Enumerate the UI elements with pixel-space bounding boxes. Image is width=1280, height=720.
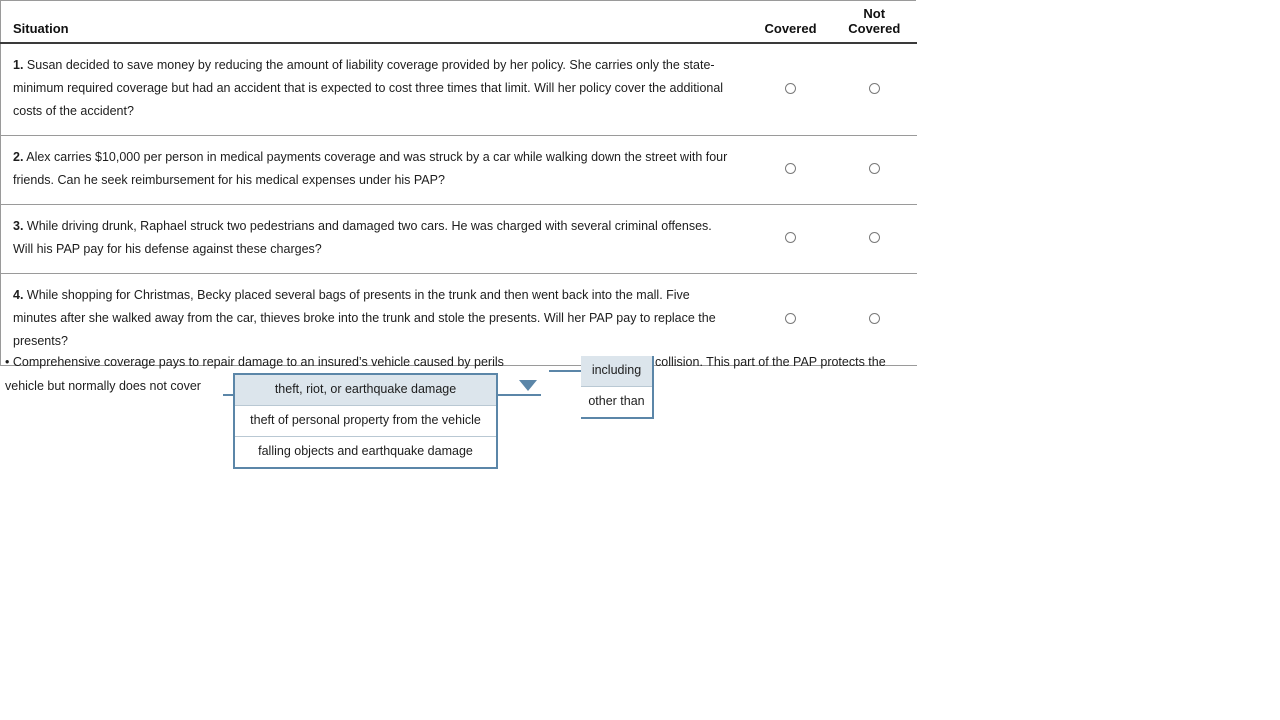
not-covered-line-1: Not [863,6,886,21]
dropdown-coverage-option-0[interactable]: theft, riot, or earthquake damage [235,375,496,406]
question-text-4: While shopping for Christmas, Becky plac… [13,288,716,348]
question-text-1: Susan decided to save money by reducing … [13,58,724,118]
table-row: 3. While driving drunk, Raphael struck t… [0,204,917,274]
question-cell-3: 3. While driving drunk, Raphael struck t… [0,204,749,274]
question-text-2: Alex carries $10,000 per person in medic… [13,150,728,187]
dropdown-perils-option-0[interactable]: including [581,356,652,387]
table-header-row: Situation Covered Not Covered [0,0,917,44]
question-number-3: 3. [13,219,24,233]
table-row: 1. Susan decided to save money by reduci… [0,43,917,136]
bullet-marker: • [5,355,10,369]
radio-covered-3[interactable] [785,232,796,243]
situation-table: Situation Covered Not Covered 1. Susan d… [0,0,917,366]
radio-covered-4[interactable] [785,312,796,324]
question-text-3: While driving drunk, Raphael struck two … [13,219,712,256]
dropdown-perils[interactable]: including other than [581,356,654,419]
covered-cell-2 [748,135,833,205]
not-covered-cell-3 [832,204,917,274]
question-cell-2: 2. Alex carries $10,000 per person in me… [0,135,749,205]
table-row: 2. Alex carries $10,000 per person in me… [0,135,917,205]
table-body: 1. Susan decided to save money by reduci… [0,43,917,366]
sentence-part-2: collision. This part of the PAP protects… [655,355,886,369]
radio-not-covered-3[interactable] [868,232,880,243]
dropdown-perils-option-1[interactable]: other than [581,387,652,417]
question-number-1: 1. [13,58,24,72]
column-header-situation: Situation [0,0,749,44]
connector-line-perils [549,370,581,372]
dropdown-coverage[interactable]: theft, riot, or earthquake damage theft … [233,373,498,469]
not-covered-line-2: Covered [848,21,901,36]
coverage-question-table: Situation Covered Not Covered 1. Susan d… [0,0,917,366]
covered-cell-1 [748,43,833,136]
dropdown-coverage-option-1[interactable]: theft of personal property from the vehi… [235,406,496,437]
sentence-line-1: • Comprehensive coverage pays to repair … [5,352,504,372]
question-number-2: 2. [13,150,24,164]
radio-not-covered-2[interactable] [868,163,880,174]
sentence-part-3: vehicle but normally does not cover [5,379,201,393]
sentence-part-1: Comprehensive coverage pays to repair da… [12,355,504,369]
radio-not-covered-1[interactable] [868,82,880,94]
column-header-not-covered: Not Covered [832,0,917,44]
not-covered-cell-1 [832,43,917,136]
question-cell-1: 1. Susan decided to save money by reduci… [0,43,749,136]
radio-not-covered-4[interactable] [868,312,880,324]
connector-line-coverage-right [496,394,541,396]
chevron-down-icon[interactable] [519,380,537,391]
column-header-covered: Covered [748,0,833,44]
question-number-4: 4. [13,288,24,302]
not-covered-cell-2 [832,135,917,205]
radio-covered-1[interactable] [785,82,796,94]
dropdown-coverage-option-2[interactable]: falling objects and earthquake damage [235,437,496,467]
covered-cell-3 [748,204,833,274]
radio-covered-2[interactable] [785,163,796,174]
